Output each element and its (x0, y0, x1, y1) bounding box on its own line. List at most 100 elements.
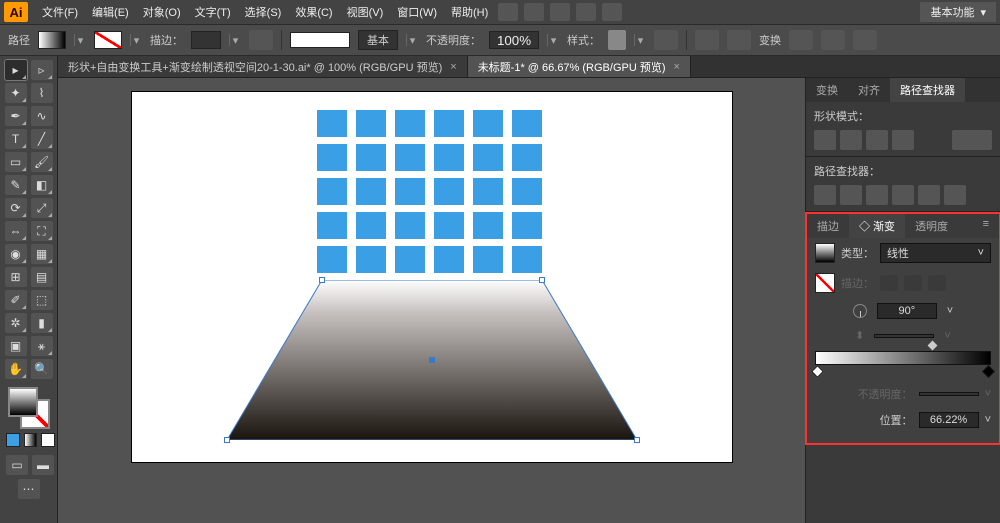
chevron-down-icon[interactable]: ˅ (985, 414, 991, 426)
document-tab-2[interactable]: 未标题-1* @ 66.67% (RGB/GPU 预览) × (468, 56, 691, 77)
menu-file[interactable]: 文件(F) (36, 2, 84, 22)
perspective-tool[interactable]: ▦ (31, 244, 53, 264)
tab-transparency[interactable]: 透明度 (905, 214, 958, 238)
center-point[interactable] (429, 357, 435, 363)
gradient-stop-start[interactable] (811, 365, 824, 378)
eyedropper-tool[interactable]: ✐ (5, 290, 27, 310)
menubar-icon-1[interactable] (498, 3, 518, 21)
artboard-tool[interactable]: ▣ (5, 336, 27, 356)
paintbrush-tool[interactable]: 🖌 (31, 152, 53, 172)
rotate-tool[interactable]: ⟳ (5, 198, 27, 218)
outline-button[interactable] (918, 185, 940, 205)
edit-toolbar-button[interactable]: ⋯ (18, 479, 40, 499)
gradient-trapezoid[interactable] (227, 280, 637, 440)
tab-stroke[interactable]: 描边 (807, 214, 849, 238)
more-icon[interactable] (853, 30, 877, 50)
close-icon[interactable]: × (450, 61, 456, 73)
gradient-stroke-swatch[interactable] (815, 273, 835, 293)
crop-button[interactable] (892, 185, 914, 205)
isolate-icon[interactable] (789, 30, 813, 50)
exclude-button[interactable] (892, 130, 914, 150)
gradient-thumb[interactable] (815, 243, 835, 263)
angle-input[interactable]: 90° (877, 303, 937, 319)
rectangle-tool[interactable]: ▭ (5, 152, 27, 172)
shaper-tool[interactable]: ✎ (5, 175, 27, 195)
curvature-tool[interactable]: ∿ (31, 106, 53, 126)
arrange-icon[interactable] (602, 3, 622, 21)
scale-tool[interactable]: ⤢ (31, 198, 53, 218)
fill-swatch[interactable] (38, 31, 66, 49)
column-graph-tool[interactable]: ▮ (31, 313, 53, 333)
minus-front-button[interactable] (840, 130, 862, 150)
zoom-tool[interactable]: 🔍 (31, 359, 53, 379)
stroke-dropdown[interactable]: ▾ (130, 34, 142, 46)
transform-button[interactable]: 变换 (759, 32, 781, 48)
gradient-ramp[interactable] (815, 351, 991, 365)
opacity-dd[interactable]: ▾ (547, 34, 559, 46)
selection-tool[interactable]: ▸ (5, 60, 27, 80)
lasso-tool[interactable]: ⌇ (31, 83, 53, 103)
menu-window[interactable]: 窗口(W) (391, 2, 443, 22)
opacity-input[interactable] (489, 31, 539, 49)
gradient-type-dropdown[interactable]: 线性 ˅ (880, 243, 991, 263)
style-swatch[interactable] (608, 30, 626, 50)
free-transform-tool[interactable]: ⛶ (31, 221, 53, 241)
width-tool[interactable]: ⇔ (5, 221, 27, 241)
screen-mode-normal[interactable]: ▭ (6, 455, 28, 475)
document-tab-1[interactable]: 形状+自由变换工具+渐变绘制透视空间20-1-30.ai* @ 100% (RG… (58, 56, 468, 77)
menu-view[interactable]: 视图(V) (341, 2, 390, 22)
blue-squares-grid[interactable] (317, 110, 542, 273)
menubar-icon-2[interactable] (524, 3, 544, 21)
tab-pathfinder[interactable]: 路径查找器 (890, 78, 965, 102)
menu-object[interactable]: 对象(O) (137, 2, 187, 22)
style-dd[interactable]: ▾ (634, 34, 646, 46)
recolor-icon[interactable] (654, 30, 678, 50)
intersect-button[interactable] (866, 130, 888, 150)
gradient-stop-end[interactable] (982, 365, 995, 378)
workspace-switcher[interactable]: 基本功能 ▾ (920, 2, 996, 22)
screen-mode-full[interactable]: ▬ (32, 455, 54, 475)
edit-icon[interactable] (821, 30, 845, 50)
blend-tool[interactable]: ⬚ (31, 290, 53, 310)
minus-back-button[interactable] (944, 185, 966, 205)
magic-wand-tool[interactable]: ✦ (5, 83, 27, 103)
menu-edit[interactable]: 编辑(E) (86, 2, 135, 22)
mesh-tool[interactable]: ⊞ (5, 267, 27, 287)
align-icon[interactable] (695, 30, 719, 50)
fill-stroke-indicator[interactable] (2, 387, 55, 429)
menubar-icon-3[interactable] (550, 3, 570, 21)
anchor-point[interactable] (319, 277, 325, 283)
artboard[interactable] (132, 92, 732, 462)
expand-button[interactable] (952, 130, 992, 150)
brush-dd[interactable]: ▾ (406, 34, 418, 46)
anchor-point[interactable] (539, 277, 545, 283)
stroke-weight-dd[interactable]: ▾ (229, 34, 241, 46)
merge-button[interactable] (866, 185, 888, 205)
fill-indicator[interactable] (8, 387, 38, 417)
stroke-weight-input[interactable] (191, 31, 221, 49)
vsp-icon[interactable] (249, 30, 273, 50)
symbol-sprayer-tool[interactable]: ✲ (5, 313, 27, 333)
trim-button[interactable] (840, 185, 862, 205)
slice-tool[interactable]: ⚹ (31, 336, 53, 356)
brush-preview[interactable] (290, 32, 350, 48)
anchor-point[interactable] (634, 437, 640, 443)
tab-gradient[interactable]: ◇ 渐变 (849, 214, 905, 238)
canvas-area[interactable] (58, 78, 805, 523)
shape-builder-tool[interactable]: ◉ (5, 244, 27, 264)
anchor-point[interactable] (224, 437, 230, 443)
line-tool[interactable]: ╱ (31, 129, 53, 149)
color-mode-solid[interactable] (6, 433, 20, 447)
shape-icon[interactable] (727, 30, 751, 50)
gradient-tool[interactable]: ▤ (31, 267, 53, 287)
menu-help[interactable]: 帮助(H) (445, 2, 494, 22)
panel-menu-icon[interactable]: ≡ (973, 214, 999, 238)
fill-dropdown[interactable]: ▾ (74, 34, 86, 46)
menu-effect[interactable]: 效果(C) (289, 2, 338, 22)
tab-transform[interactable]: 变换 (806, 78, 848, 102)
divide-button[interactable] (814, 185, 836, 205)
hand-tool[interactable]: ✋ (5, 359, 27, 379)
unite-button[interactable] (814, 130, 836, 150)
stroke-swatch[interactable] (94, 31, 122, 49)
menu-select[interactable]: 选择(S) (239, 2, 288, 22)
